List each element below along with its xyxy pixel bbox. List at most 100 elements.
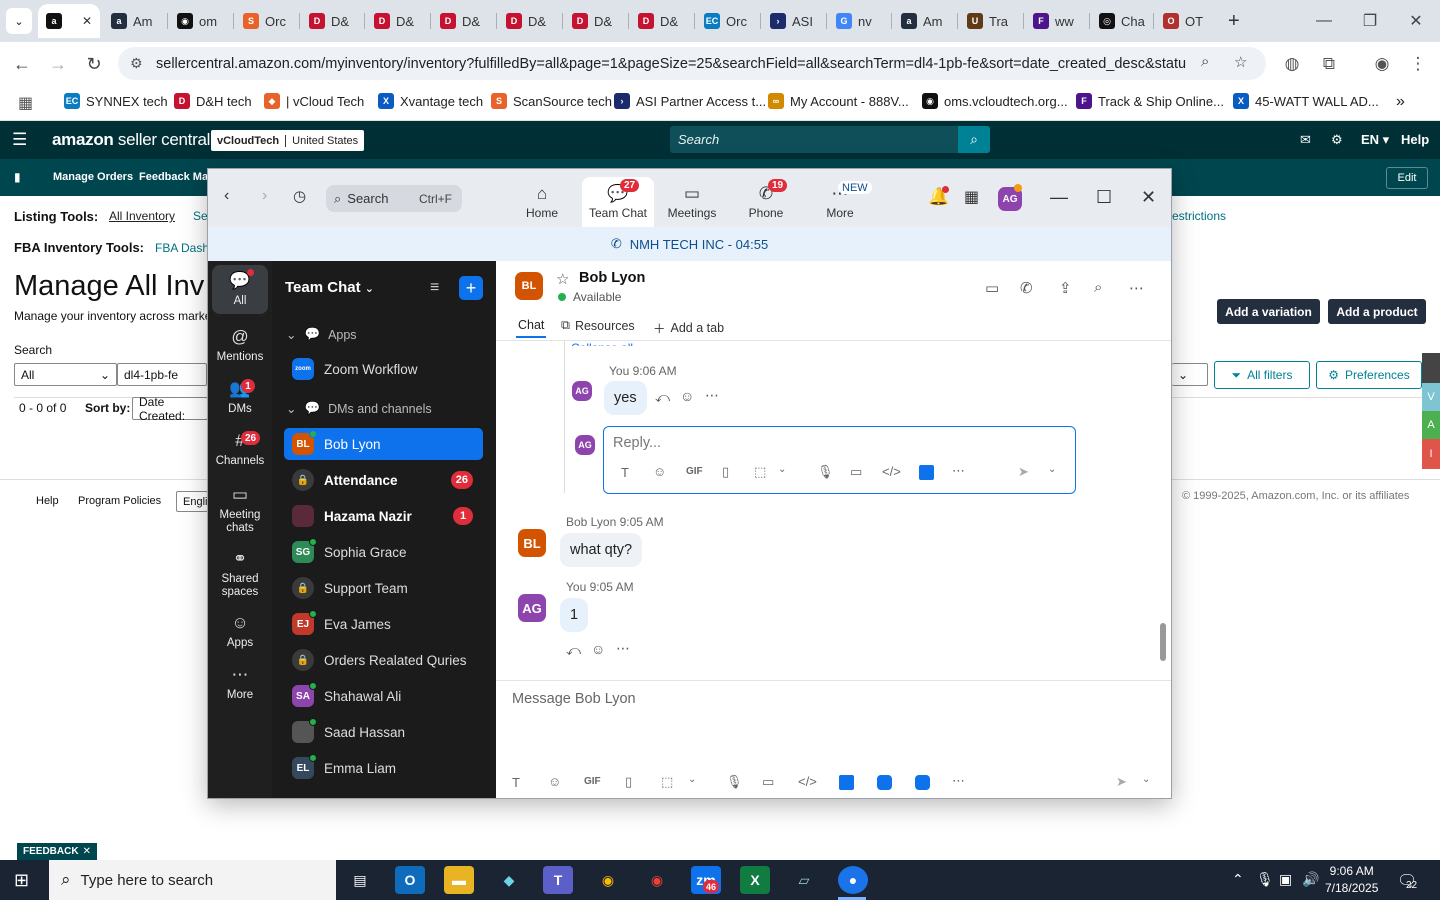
gif-icon[interactable]: GIF: [584, 776, 601, 787]
store-selector[interactable]: vCloudTech United States: [211, 130, 365, 151]
settings-gear-icon[interactable]: ⚙: [1331, 132, 1343, 148]
browser-tab[interactable]: a Am: [893, 4, 953, 38]
screenshot-chevron-icon[interactable]: ⌄: [688, 774, 696, 785]
amazon-search-box[interactable]: Search ⌕: [670, 126, 990, 153]
bookmark-item[interactable]: S ScanSource tech: [491, 93, 612, 109]
browser-tab[interactable]: ◎ Cha: [1091, 4, 1151, 38]
list-item-hazama-nazir[interactable]: Hazama Nazir 1: [284, 500, 483, 532]
tab-phone[interactable]: ✆ Phone 19: [730, 177, 802, 227]
list-item-orders-realated-quries[interactable]: 🔒 Orders Realated Quries: [284, 644, 483, 676]
zoom-magnifier-icon[interactable]: ⌕: [1201, 53, 1209, 70]
back-button[interactable]: ←: [9, 51, 35, 77]
app-integration-icon[interactable]: [915, 775, 930, 790]
zoom-forward-icon[interactable]: ›: [262, 187, 267, 205]
all-filters-button[interactable]: ⏷ All filters: [1214, 361, 1310, 389]
tab-team-chat[interactable]: 💬 Team Chat 27: [582, 177, 654, 227]
screenshot-icon[interactable]: ⬚: [661, 774, 673, 790]
extensions-puzzle-icon[interactable]: ⧉: [1318, 53, 1340, 75]
list-item-eva-james[interactable]: EJ Eva James: [284, 608, 483, 640]
more-tools-icon[interactable]: ⋯: [952, 463, 965, 479]
code-snippet-icon[interactable]: </>: [798, 774, 817, 789]
preferences-button[interactable]: ⚙ Preferences: [1316, 361, 1422, 389]
list-item-saad-hassan[interactable]: Saad Hassan: [284, 716, 483, 748]
video-clip-icon[interactable]: ▭: [850, 464, 862, 480]
share-screen-icon[interactable]: ⇪: [1059, 279, 1072, 297]
reply-thread-icon[interactable]: ⤺: [655, 389, 670, 406]
send-icon[interactable]: ➤: [1116, 774, 1127, 790]
side-tab-i[interactable]: I: [1422, 439, 1440, 469]
more-bookmarks-button[interactable]: »: [1396, 93, 1405, 111]
thread-reply-input[interactable]: Reply... T ☺ GIF ▯ ⬚ ⌄ 🎙 ▭ </> ⋯ ➤ ⌄: [603, 426, 1076, 494]
amazon-help-link[interactable]: Help: [1401, 132, 1429, 147]
video-call-icon[interactable]: ▭: [985, 279, 999, 297]
search-in-chat-icon[interactable]: ⌕: [1094, 279, 1102, 296]
tab-more[interactable]: ⋯ More NEW: [804, 177, 876, 227]
bookmark-star-icon[interactable]: ☆: [1234, 53, 1247, 71]
browser-tab[interactable]: a ✕: [38, 4, 100, 38]
message-avatar[interactable]: AG: [572, 381, 592, 401]
reply-thread-icon[interactable]: ⤺: [566, 642, 581, 659]
tab-search-button[interactable]: ⌄: [6, 8, 32, 34]
collapse-all-link[interactable]: Collapse all: [571, 341, 633, 346]
filter-icon[interactable]: ≡: [430, 279, 439, 297]
windows-start-icon[interactable]: ⊞: [14, 870, 29, 891]
file-icon[interactable]: ▯: [722, 464, 729, 480]
footer-language-select[interactable]: Engli: [176, 491, 208, 512]
language-selector[interactable]: EN ▾: [1361, 132, 1389, 148]
reload-button[interactable]: ↻: [81, 51, 107, 77]
add-reaction-icon[interactable]: ☺: [680, 388, 694, 404]
add-tab-button[interactable]: ＋ Add a tab: [653, 318, 724, 337]
tab-chat[interactable]: Chat: [515, 318, 547, 338]
list-item-zoom-workflow[interactable]: zoom Zoom Workflow: [284, 353, 483, 385]
bookmark-item[interactable]: X 45-WATT WALL AD...: [1233, 93, 1379, 109]
amazon-logo[interactable]: amazon seller central: [52, 130, 210, 150]
file-explorer-icon[interactable]: ▬: [444, 866, 474, 894]
scrollbar-thumb[interactable]: [1160, 623, 1166, 661]
apps-grid-icon[interactable]: ▦: [18, 93, 33, 113]
contact-name[interactable]: Bob Lyon: [579, 270, 645, 286]
bookmark-item[interactable]: X Xvantage tech: [378, 93, 483, 109]
list-item-sophia-grace[interactable]: SG Sophia Grace: [284, 536, 483, 568]
new-chat-button[interactable]: +: [459, 276, 483, 300]
rail-more[interactable]: ⋯ More: [208, 665, 272, 702]
notepad-icon[interactable]: ▱: [789, 866, 819, 894]
zoom-maximize-button[interactable]: ☐: [1096, 187, 1112, 208]
teams-icon[interactable]: T: [543, 866, 573, 894]
zoom-search-box[interactable]: ⌕ Search Ctrl+F: [326, 185, 462, 212]
microphone-tray-icon[interactable]: 🎙: [1256, 871, 1274, 888]
file-icon[interactable]: ▯: [625, 774, 632, 790]
feedback-button[interactable]: FEEDBACK ✕: [17, 843, 97, 860]
new-tab-button[interactable]: +: [1220, 4, 1250, 38]
forward-button[interactable]: →: [45, 51, 71, 77]
message-more-icon[interactable]: ⋯: [705, 387, 719, 404]
bookmark-icon[interactable]: ▮: [14, 170, 21, 184]
add-product-button[interactable]: Add a product: [1328, 299, 1426, 324]
bookmark-item[interactable]: ◉ oms.vcloudtech.org...: [922, 93, 1068, 109]
browser-tab[interactable]: S Orc: [235, 4, 295, 38]
app-integration-icon[interactable]: [877, 775, 892, 790]
calendar-icon[interactable]: ▦: [964, 187, 979, 207]
app-integration-icon[interactable]: [839, 775, 854, 790]
more-tools-icon[interactable]: ⋯: [952, 773, 965, 789]
code-snippet-icon[interactable]: </>: [882, 464, 901, 479]
bookmark-item[interactable]: EC SYNNEX tech: [64, 93, 168, 109]
minimize-window-button[interactable]: —: [1304, 8, 1344, 34]
tab-resources[interactable]: ⧉ Resources: [561, 318, 635, 333]
list-item-shahawal-ali[interactable]: SA Shahawal Ali: [284, 680, 483, 712]
network-icon[interactable]: ▣: [1279, 871, 1292, 888]
all-inventory-link[interactable]: All Inventory: [109, 209, 175, 223]
message-bubble[interactable]: yes: [604, 381, 647, 415]
outlook-icon[interactable]: O: [395, 866, 425, 894]
tab-home[interactable]: ⌂ Home: [506, 177, 578, 227]
inventory-search-input[interactable]: dl4-1pb-fe: [117, 363, 207, 386]
bookmark-item[interactable]: › ASI Partner Access t...: [614, 93, 766, 109]
restore-window-button[interactable]: ❐: [1350, 8, 1390, 34]
nav-manage-orders[interactable]: Manage Orders: [53, 171, 133, 183]
list-item-bob-lyon[interactable]: BL Bob Lyon: [284, 428, 483, 460]
rail-apps[interactable]: ☺ Apps: [208, 613, 272, 650]
video-clip-icon[interactable]: ▭: [762, 774, 774, 790]
message-avatar[interactable]: BL: [518, 529, 546, 557]
microphone-icon[interactable]: 🎙: [726, 774, 743, 790]
task-view-icon[interactable]: ▤: [345, 866, 375, 894]
message-bubble[interactable]: what qty?: [560, 533, 643, 567]
